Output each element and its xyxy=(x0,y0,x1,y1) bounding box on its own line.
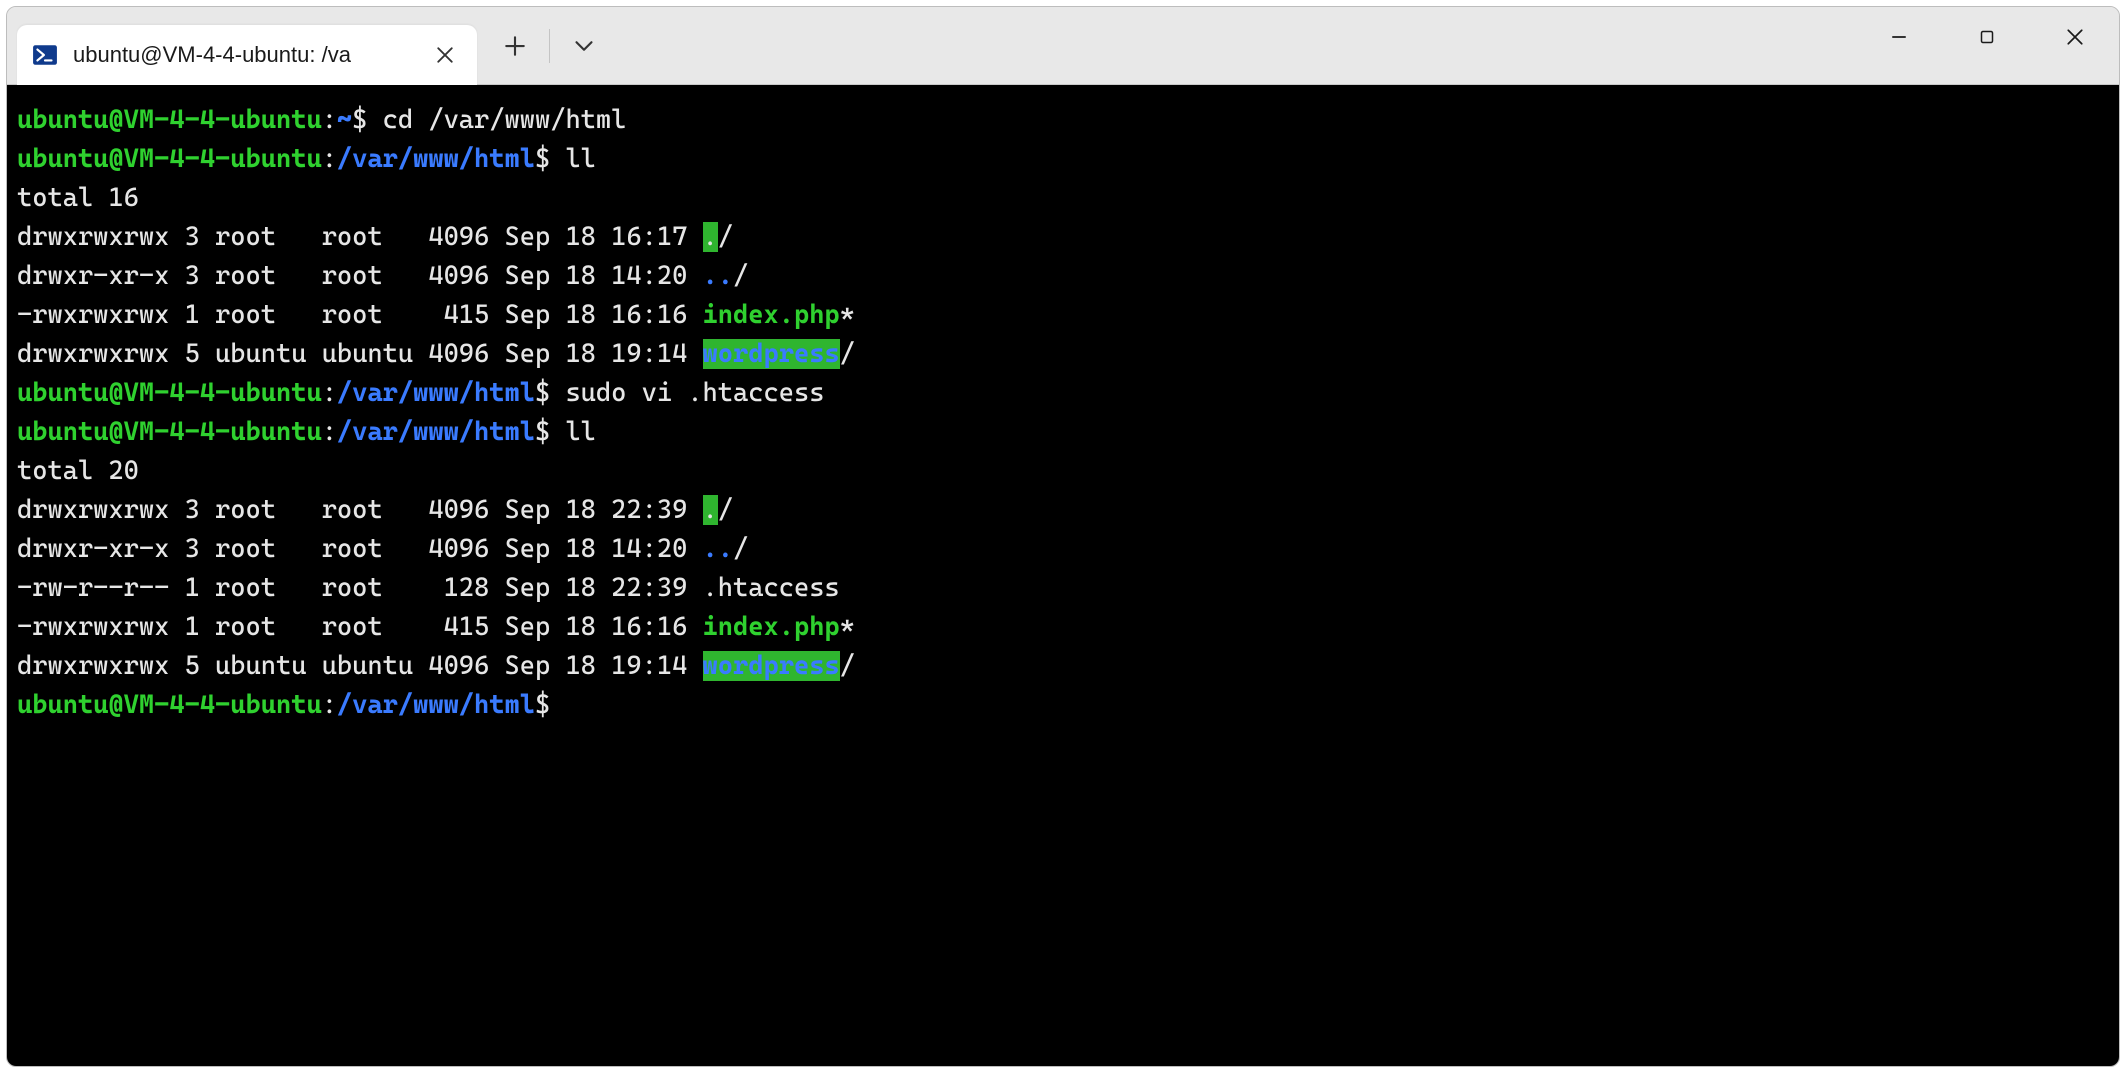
command-text: sudo vi .htaccess xyxy=(565,378,824,408)
command-text: ll xyxy=(565,144,595,174)
ls-row: -rwxrwxrwx 1 root root 415 Sep 18 16:16 xyxy=(17,300,703,330)
prompt-colon: : xyxy=(322,378,337,408)
prompt-user: ubuntu@VM-4-4-ubuntu xyxy=(17,417,322,447)
divider xyxy=(549,29,550,63)
ls-row: drwxrwxrwx 5 ubuntu ubuntu 4096 Sep 18 1… xyxy=(17,339,703,369)
ls-filename: wordpress xyxy=(703,651,840,681)
ls-row: drwxrwxrwx 3 root root 4096 Sep 18 16:17 xyxy=(17,222,703,252)
prompt-symbol: $ xyxy=(535,378,550,408)
ls-row: drwxr-xr-x 3 root root 4096 Sep 18 14:20 xyxy=(17,261,703,291)
terminal-content[interactable]: ubuntu@VM-4-4-ubuntu:~$ cd /var/www/html… xyxy=(7,85,2119,1066)
prompt-symbol: $ xyxy=(352,105,367,135)
command-text: ll xyxy=(565,417,595,447)
command-text: cd /var/www/html xyxy=(383,105,627,135)
ls-suffix: / xyxy=(718,222,733,252)
ls-suffix: / xyxy=(840,339,855,369)
prompt-path: ~ xyxy=(337,105,352,135)
prompt-symbol: $ xyxy=(535,417,550,447)
tab-strip-controls xyxy=(485,16,614,76)
ls-row: drwxrwxrwx 5 ubuntu ubuntu 4096 Sep 18 1… xyxy=(17,651,703,681)
ls-suffix: / xyxy=(840,651,855,681)
prompt-symbol: $ xyxy=(535,144,550,174)
prompt-colon: : xyxy=(322,417,337,447)
prompt-colon: : xyxy=(322,105,337,135)
ls-filename: .htaccess xyxy=(703,573,840,603)
ls-suffix: * xyxy=(840,300,855,330)
output-line: total 16 xyxy=(17,183,139,213)
terminal-window: ubuntu@VM-4-4-ubuntu: /va xyxy=(6,6,2120,1067)
output-line: total 20 xyxy=(17,456,139,486)
prompt-path: /var/www/html xyxy=(337,417,535,447)
ls-row: drwxrwxrwx 3 root root 4096 Sep 18 22:39 xyxy=(17,495,703,525)
ls-filename: index.php xyxy=(703,300,840,330)
window-controls xyxy=(1855,7,2119,67)
ls-suffix: / xyxy=(733,261,748,291)
maximize-button[interactable] xyxy=(1943,7,2031,67)
prompt-user: ubuntu@VM-4-4-ubuntu xyxy=(17,144,322,174)
ls-suffix: * xyxy=(840,612,855,642)
close-button[interactable] xyxy=(2031,7,2119,67)
prompt-colon: : xyxy=(322,144,337,174)
ls-row: drwxr-xr-x 3 root root 4096 Sep 18 14:20 xyxy=(17,534,703,564)
minimize-button[interactable] xyxy=(1855,7,1943,67)
prompt-path: /var/www/html xyxy=(337,144,535,174)
ls-filename: . xyxy=(703,222,718,252)
titlebar[interactable]: ubuntu@VM-4-4-ubuntu: /va xyxy=(7,7,2119,85)
ls-filename: index.php xyxy=(703,612,840,642)
prompt-path: /var/www/html xyxy=(337,378,535,408)
prompt-path: /var/www/html xyxy=(337,690,535,720)
ls-filename: .. xyxy=(703,534,733,564)
tab-active[interactable]: ubuntu@VM-4-4-ubuntu: /va xyxy=(17,25,477,85)
tab-close-button[interactable] xyxy=(431,41,459,69)
ls-suffix: / xyxy=(733,534,748,564)
ls-row: -rw-r--r-- 1 root root 128 Sep 18 22:39 xyxy=(17,573,703,603)
prompt-user: ubuntu@VM-4-4-ubuntu xyxy=(17,690,322,720)
ls-filename: .. xyxy=(703,261,733,291)
ls-row: -rwxrwxrwx 1 root root 415 Sep 18 16:16 xyxy=(17,612,703,642)
ls-filename: . xyxy=(703,495,718,525)
new-tab-button[interactable] xyxy=(485,16,545,76)
ls-suffix: / xyxy=(718,495,733,525)
powershell-icon xyxy=(31,41,59,69)
profile-dropdown-button[interactable] xyxy=(554,16,614,76)
prompt-user: ubuntu@VM-4-4-ubuntu xyxy=(17,378,322,408)
ls-filename: wordpress xyxy=(703,339,840,369)
prompt-symbol: $ xyxy=(535,690,550,720)
prompt-user: ubuntu@VM-4-4-ubuntu xyxy=(17,105,322,135)
tab-title: ubuntu@VM-4-4-ubuntu: /va xyxy=(73,42,417,68)
prompt-colon: : xyxy=(322,690,337,720)
